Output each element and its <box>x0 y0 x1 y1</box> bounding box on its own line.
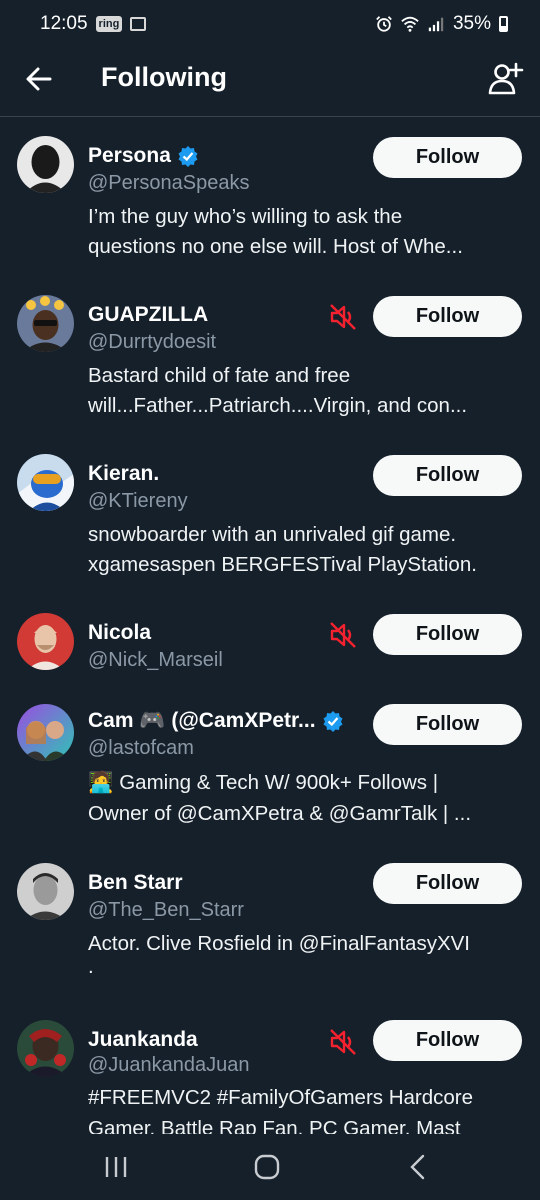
avatar[interactable] <box>17 1020 74 1077</box>
avatar[interactable] <box>17 863 74 920</box>
user-name: GUAPZILLA <box>88 303 209 326</box>
user-name: Persona <box>88 144 171 167</box>
system-nav-bar <box>0 1134 540 1200</box>
signal-icon <box>428 17 444 32</box>
alarm-icon <box>376 16 392 32</box>
follow-button[interactable]: Follow <box>373 455 522 496</box>
recent-apps-icon[interactable] <box>104 1156 128 1178</box>
user-name: Juankanda <box>88 1028 198 1051</box>
header-divider <box>0 116 540 117</box>
user-bio-line: Owner of @CamXPetra & @GamrTalk | ... <box>88 802 472 825</box>
follow-button[interactable]: Follow <box>373 1020 522 1061</box>
avatar[interactable] <box>17 136 74 193</box>
user-bio-line: will...Father...Patriarch....Virgin, and… <box>88 394 468 417</box>
user-handle: @Durrtydoesit <box>88 331 217 353</box>
user-bio-line: snowboarder with an unrivaled gif game. <box>88 523 457 546</box>
user-row[interactable]: Juankanda @JuankandaJuan #FREEMVC2 #Fami… <box>0 1008 540 1138</box>
back-arrow-icon[interactable] <box>22 62 56 96</box>
user-name: Ben Starr <box>88 871 183 894</box>
status-right: 35% <box>375 13 508 35</box>
user-name-line: Juankanda <box>88 1028 198 1052</box>
muted-icon <box>330 622 356 648</box>
battery-percent: 35% <box>452 13 491 34</box>
user-name: Kieran. <box>88 462 160 485</box>
follow-button[interactable]: Follow <box>373 863 522 904</box>
follow-button[interactable]: Follow <box>373 614 522 655</box>
user-row[interactable]: Ben Starr @The_Ben_Starr Actor. Clive Ro… <box>0 851 540 1001</box>
user-bio-line: xgamesaspen BERGFESTival PlayStation. <box>88 553 477 576</box>
user-name-line: Persona <box>88 144 199 168</box>
user-handle: @PersonaSpeaks <box>88 172 250 194</box>
user-name-line: Kieran. <box>88 462 159 486</box>
user-row[interactable]: Kieran. @KTiereny snowboarder with an un… <box>0 442 540 592</box>
user-row[interactable]: Nicola @Nick_Marseil Follow <box>0 601 540 691</box>
user-name: Nicola <box>88 621 152 644</box>
user-name: Cam 🎮 (@CamXPetr... <box>88 709 316 732</box>
avatar[interactable] <box>17 454 74 511</box>
verified-badge-icon <box>178 146 198 167</box>
user-handle: @JuankandaJuan <box>88 1054 250 1076</box>
user-bio-line: Bastard child of fate and free <box>88 364 351 387</box>
user-name-line: Nicola <box>88 621 151 645</box>
avatar[interactable] <box>17 295 74 352</box>
user-name-line: GUAPZILLA <box>88 303 208 327</box>
user-name-line: Cam 🎮 (@CamXPetr... <box>88 709 344 733</box>
user-bio-line: #FREEMVC2 #FamilyOfGamers Hardcore <box>88 1086 474 1109</box>
user-row[interactable]: GUAPZILLA @Durrtydoesit Bastard child of… <box>0 283 540 433</box>
user-row[interactable]: Cam 🎮 (@CamXPetr... @lastofcam 🧑‍💻 Gamin… <box>0 692 540 842</box>
follow-button[interactable]: Follow <box>373 296 522 337</box>
app-header: Following <box>0 48 540 110</box>
user-handle: @Nick_Marseil <box>88 649 223 671</box>
avatar[interactable] <box>17 704 74 761</box>
user-bio-line: . <box>88 955 94 978</box>
wifi-icon <box>401 16 419 32</box>
user-handle: @The_Ben_Starr <box>88 899 244 921</box>
user-handle: @lastofcam <box>88 737 194 759</box>
gallery-notification-icon <box>130 17 147 31</box>
status-time: 12:05 <box>40 13 88 34</box>
follow-button[interactable]: Follow <box>373 704 522 745</box>
verified-badge-icon <box>323 711 343 732</box>
page-title: Following <box>101 62 227 92</box>
battery-icon <box>499 16 508 32</box>
follow-button[interactable]: Follow <box>373 137 522 178</box>
status-left: 12:05 ring <box>40 13 147 35</box>
ring-notification-icon: ring <box>95 16 123 32</box>
home-icon[interactable] <box>254 1154 280 1180</box>
system-back-icon[interactable] <box>408 1154 426 1180</box>
user-bio-line: 🧑‍💻 Gaming & Tech W/ 900k+ Follows | <box>88 771 439 794</box>
status-bar: 12:05 ring 35% <box>0 0 540 48</box>
user-handle: @KTiereny <box>88 490 188 512</box>
user-row[interactable]: Persona @PersonaSpeaks I’m the guy who’s… <box>0 124 540 274</box>
avatar[interactable] <box>17 613 74 670</box>
user-bio-line: I’m the guy who’s willing to ask the <box>88 205 403 228</box>
muted-icon <box>330 1029 356 1055</box>
user-name-line: Ben Starr <box>88 871 183 895</box>
muted-icon <box>330 304 356 330</box>
add-user-icon[interactable] <box>486 60 524 98</box>
user-bio-line: questions no one else will. Host of Whe.… <box>88 235 463 258</box>
